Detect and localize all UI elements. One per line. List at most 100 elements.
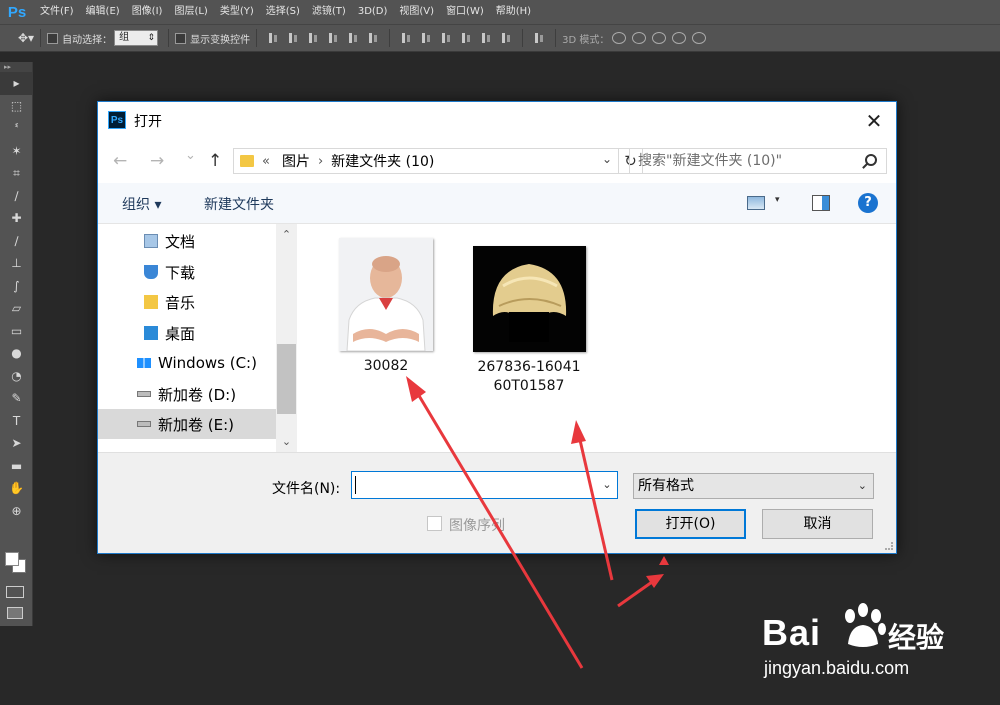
dodge-tool-icon[interactable]: ◔: [0, 365, 33, 388]
scroll-thumb[interactable]: [277, 344, 296, 414]
new-folder-button[interactable]: 新建文件夹: [204, 194, 274, 214]
menu-file[interactable]: 文件(F): [34, 0, 80, 24]
arrow-to-open-button: [617, 556, 669, 608]
help-icon[interactable]: ?: [858, 193, 878, 213]
nav-item-downloads[interactable]: 下载: [98, 257, 276, 287]
menu-type[interactable]: 类型(Y): [214, 0, 260, 24]
menu-select[interactable]: 选择(S): [260, 0, 306, 24]
move-tool-icon[interactable]: ▸: [0, 72, 33, 95]
3d-pan-icon[interactable]: [652, 32, 667, 44]
shape-tool-icon[interactable]: ▬: [0, 455, 33, 478]
recent-locations-icon[interactable]: ⌄: [185, 148, 196, 163]
image-sequence-checkbox[interactable]: [427, 516, 442, 531]
screen-mode-icon[interactable]: [7, 607, 23, 619]
address-bar[interactable]: « 图片 › 新建文件夹 (10) ⌄: [233, 148, 619, 174]
file-format-select[interactable]: 所有格式 ⌄: [633, 473, 874, 499]
blur-tool-icon[interactable]: ●: [0, 342, 33, 365]
nav-item-music[interactable]: 音乐: [98, 287, 276, 317]
auto-select-checkbox[interactable]: [47, 32, 59, 44]
filename-dropdown-icon[interactable]: ⌄: [596, 471, 618, 499]
gradient-tool-icon[interactable]: ▭: [0, 320, 33, 343]
3d-slide-icon[interactable]: [672, 32, 687, 44]
open-button[interactable]: 打开(O): [635, 509, 746, 539]
align-vcenter-icon[interactable]: [287, 32, 299, 44]
distribute-top-icon[interactable]: [400, 32, 412, 44]
3d-orbit-icon[interactable]: [612, 32, 627, 44]
search-input[interactable]: 搜索"新建文件夹 (10)": [629, 148, 887, 174]
menu-image[interactable]: 图像(I): [126, 0, 169, 24]
scroll-down-icon[interactable]: ⌄: [276, 432, 297, 452]
eraser-icon[interactable]: ▱: [0, 297, 33, 320]
show-transform-checkbox[interactable]: [175, 32, 187, 44]
move-tool-preset-icon[interactable]: ✥▾: [18, 31, 34, 45]
distribute-vcenter-icon[interactable]: [420, 32, 432, 44]
brush-tool-icon[interactable]: ∕: [0, 230, 33, 253]
auto-align-icon[interactable]: [533, 32, 545, 44]
magic-wand-icon[interactable]: ✶: [0, 140, 33, 163]
address-overflow-icon[interactable]: «: [262, 154, 270, 169]
scroll-up-icon[interactable]: ⌃: [276, 224, 297, 244]
organize-menu[interactable]: 组织 ▾: [122, 194, 161, 214]
file-item-portrait[interactable]: 30082: [321, 238, 451, 376]
dialog-bottom-panel: 文件名(N): ⌄ 所有格式 ⌄ 图像序列 打开(O) 取消: [98, 452, 896, 553]
search-icon[interactable]: [865, 154, 877, 166]
change-view-icon[interactable]: [747, 196, 765, 210]
align-right-icon[interactable]: [367, 32, 379, 44]
menu-help[interactable]: 帮助(H): [490, 0, 537, 24]
healing-brush-icon[interactable]: ✚: [0, 207, 33, 230]
align-top-icon[interactable]: [267, 32, 279, 44]
cancel-button[interactable]: 取消: [762, 509, 873, 539]
auto-select-dropdown[interactable]: 组: [114, 30, 159, 46]
align-bottom-icon[interactable]: [307, 32, 319, 44]
marquee-tool-icon[interactable]: ⬚: [0, 95, 33, 118]
watermark-brand: Bai: [762, 612, 822, 653]
view-dropdown-icon[interactable]: ▾: [775, 195, 780, 205]
distribute-right-icon[interactable]: [500, 32, 512, 44]
type-tool-icon[interactable]: T: [0, 410, 33, 433]
menu-layer[interactable]: 图层(L): [168, 0, 213, 24]
nav-item-desktop[interactable]: 桌面: [98, 318, 276, 348]
3d-roll-icon[interactable]: [632, 32, 647, 44]
breadcrumb-separator-icon[interactable]: ›: [318, 154, 323, 169]
close-button[interactable]: ✕: [852, 102, 896, 139]
path-select-icon[interactable]: ➤: [0, 432, 33, 455]
dialog-titlebar[interactable]: Ps 打开 ✕: [98, 102, 896, 139]
menu-view[interactable]: 视图(V): [393, 0, 440, 24]
menu-edit[interactable]: 编辑(E): [80, 0, 126, 24]
quick-mask-icon[interactable]: [6, 586, 24, 598]
pen-tool-icon[interactable]: ✎: [0, 387, 33, 410]
tools-panel-header[interactable]: ▸▸: [0, 62, 32, 72]
nav-item-drive-d[interactable]: 新加卷 (D:): [98, 379, 276, 409]
distribute-hcenter-icon[interactable]: [480, 32, 492, 44]
nav-pane-scrollbar[interactable]: ⌃ ⌄: [276, 224, 297, 452]
breadcrumb-current-folder[interactable]: 新建文件夹 (10): [331, 151, 434, 171]
menu-3d[interactable]: 3D(D): [352, 0, 394, 24]
preview-pane-icon[interactable]: [812, 195, 830, 211]
file-item-wig[interactable]: 267836-16041 60T01587: [464, 246, 594, 396]
filename-input[interactable]: [351, 471, 618, 499]
menu-filter[interactable]: 滤镜(T): [306, 0, 352, 24]
address-dropdown-icon[interactable]: ⌄: [602, 152, 612, 166]
crop-tool-icon[interactable]: ⌗: [0, 162, 33, 185]
breadcrumb-pictures[interactable]: 图片: [282, 151, 310, 171]
foreground-color-swatch[interactable]: [5, 552, 19, 566]
back-arrow-icon[interactable]: ←: [113, 151, 127, 171]
distribute-left-icon[interactable]: [460, 32, 472, 44]
3d-scale-icon[interactable]: [692, 32, 707, 44]
menu-window[interactable]: 窗口(W): [440, 0, 490, 24]
align-left-icon[interactable]: [327, 32, 339, 44]
zoom-tool-icon[interactable]: ⊕: [0, 500, 33, 523]
lasso-tool-icon[interactable]: ᓫ: [0, 117, 33, 140]
history-brush-icon[interactable]: ∫: [0, 275, 33, 298]
nav-item-documents[interactable]: 文档: [98, 226, 276, 256]
clone-stamp-icon[interactable]: ⊥: [0, 252, 33, 275]
distribute-bottom-icon[interactable]: [440, 32, 452, 44]
nav-item-drive-c[interactable]: Windows (C:): [98, 348, 276, 378]
resize-grip-icon[interactable]: [885, 542, 893, 550]
eyedropper-icon[interactable]: ∕: [0, 185, 33, 208]
nav-item-drive-e[interactable]: 新加卷 (E:): [98, 409, 276, 439]
align-hcenter-icon[interactable]: [347, 32, 359, 44]
hand-tool-icon[interactable]: ✋: [0, 477, 33, 500]
forward-arrow-icon[interactable]: →: [150, 151, 164, 171]
up-folder-icon[interactable]: ↑: [208, 151, 222, 171]
